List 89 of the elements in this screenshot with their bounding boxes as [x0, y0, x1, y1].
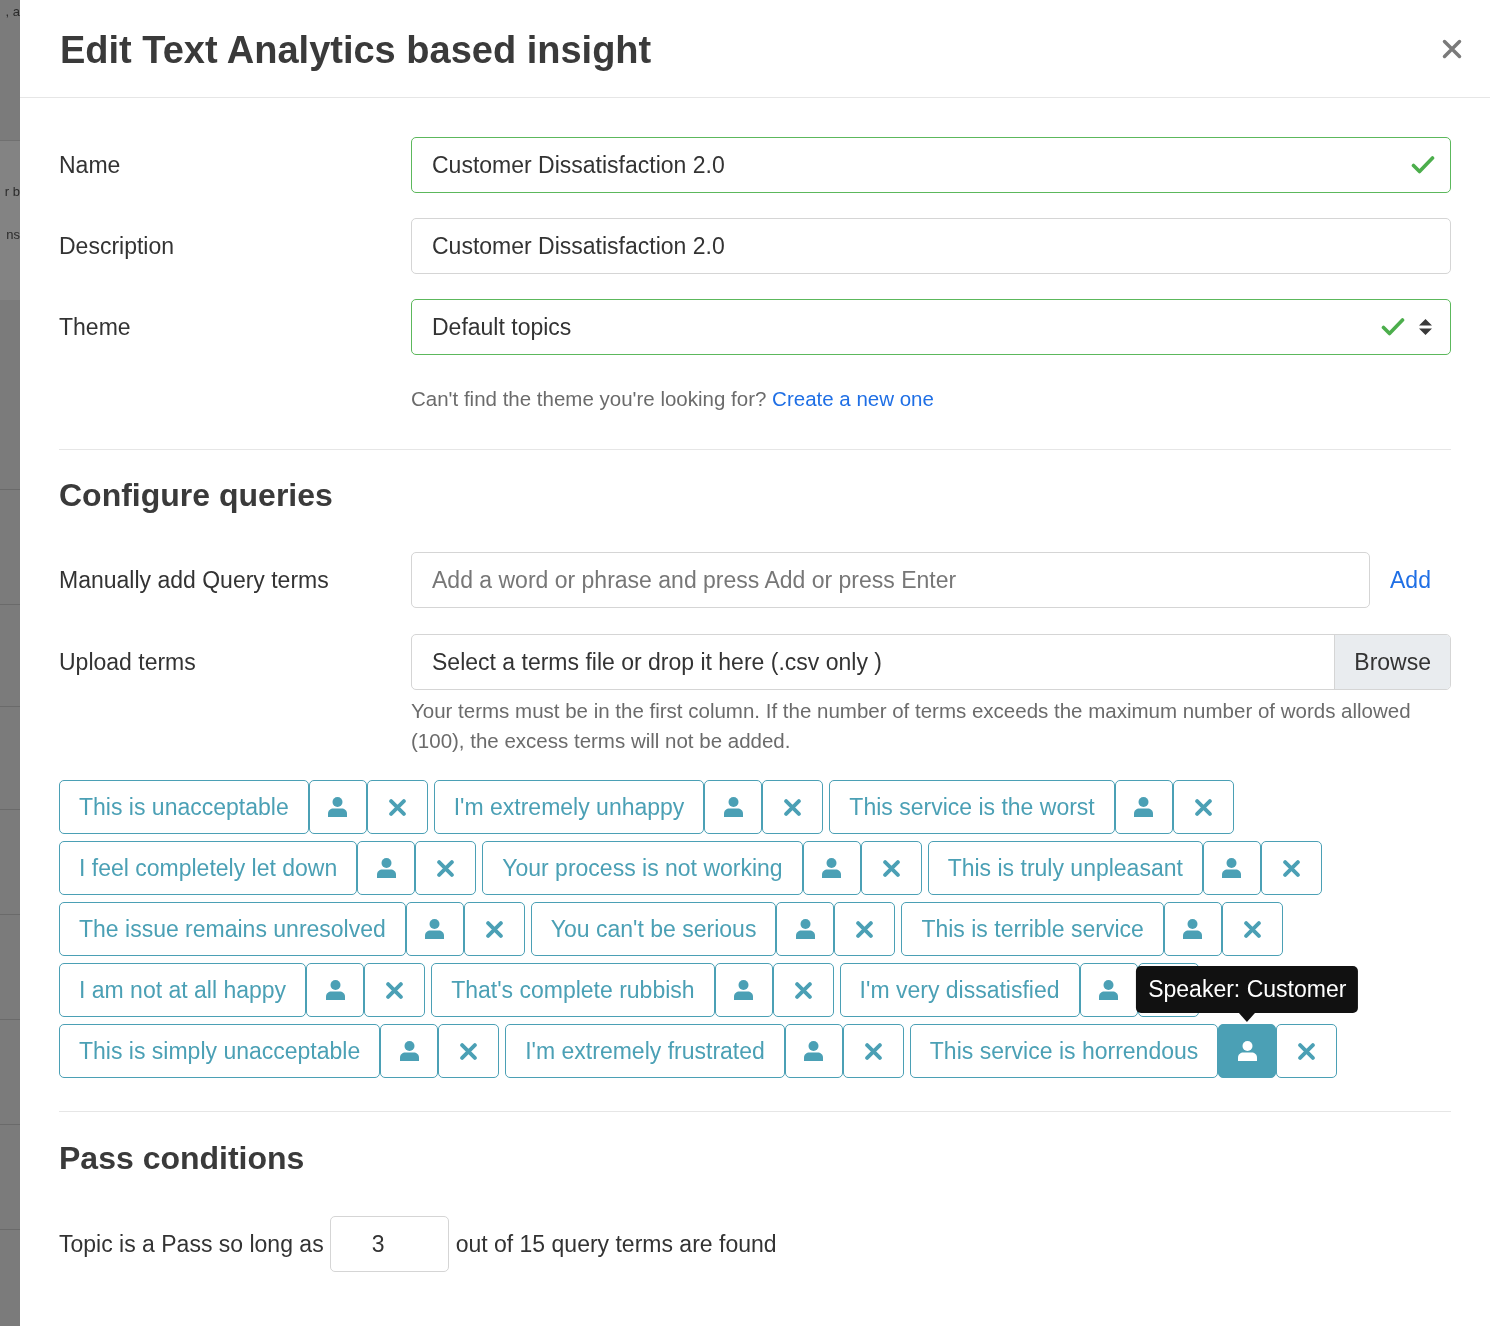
check-icon — [1381, 317, 1405, 337]
person-icon — [328, 797, 348, 817]
person-icon — [1099, 980, 1119, 1000]
remove-term-button[interactable] — [834, 902, 896, 956]
remove-term-button[interactable] — [1260, 841, 1322, 895]
speaker-tooltip: Speaker: Customer — [1136, 966, 1359, 1022]
field-label: Manually add Query terms — [59, 565, 329, 595]
remove-term-button[interactable] — [463, 902, 525, 956]
remove-icon — [856, 920, 874, 938]
remove-term-button[interactable] — [366, 780, 428, 834]
person-icon — [1134, 797, 1154, 817]
query-term-button[interactable]: I am not at all happy — [59, 963, 307, 1017]
remove-icon — [460, 1042, 478, 1060]
section-heading: Pass conditions — [59, 1139, 305, 1178]
remove-icon — [386, 981, 404, 999]
create-theme-link[interactable]: Create a new one — [772, 387, 934, 410]
remove-icon — [864, 1042, 882, 1060]
query-term-button[interactable]: I'm extremely frustrated — [505, 1024, 785, 1078]
remove-icon — [437, 859, 455, 877]
query-term-button[interactable]: This service is the worst — [829, 780, 1115, 834]
field-label: Name — [59, 150, 121, 180]
remove-term-button[interactable] — [1276, 1024, 1338, 1078]
help-text: Your terms must be in the first column. If the number of terms exceeds the maximum number of words allowed (100), the excess terms will not be added. — [411, 698, 1412, 754]
remove-term-button[interactable] — [842, 1024, 904, 1078]
text-field[interactable]: Customer Dissatisfaction 2.0 — [411, 137, 1451, 193]
person-icon — [399, 1041, 419, 1061]
field-label: Upload terms — [59, 647, 196, 677]
field-label: Theme — [59, 312, 131, 342]
remove-icon — [485, 920, 503, 938]
person-icon — [822, 858, 842, 878]
person-icon — [723, 797, 743, 817]
query-term-button[interactable]: This is unacceptable — [59, 780, 309, 834]
person-icon — [1222, 858, 1242, 878]
check-icon — [1411, 155, 1435, 175]
remove-term-button[interactable] — [860, 841, 922, 895]
query-term-button[interactable]: That's complete rubbish — [431, 963, 715, 1017]
background-text: r b — [4, 183, 20, 201]
section-heading: Configure queries — [59, 476, 333, 515]
query-term-button[interactable]: I feel completely let down — [59, 841, 358, 895]
person-icon — [795, 919, 815, 939]
condition-text: Topic is a Pass so long as — [59, 1229, 324, 1259]
remove-term-button[interactable] — [364, 963, 426, 1017]
person-icon — [734, 980, 754, 1000]
remove-term-button[interactable] — [772, 963, 834, 1017]
person-icon — [804, 1041, 824, 1061]
close-icon — [1442, 38, 1462, 59]
query-term-button[interactable]: I'm very dissatisfied — [839, 963, 1080, 1017]
text-field[interactable]: Customer Dissatisfaction 2.0 — [411, 218, 1451, 274]
remove-icon — [794, 981, 812, 999]
query-term-button[interactable]: You can't be serious — [530, 902, 777, 956]
speaker-button[interactable] — [1079, 963, 1138, 1017]
remove-icon — [882, 859, 900, 877]
remove-icon — [1298, 1042, 1316, 1060]
query-term-button[interactable]: This is terrible service — [901, 902, 1164, 956]
select-field[interactable]: Default topics — [411, 299, 1451, 355]
remove-icon — [784, 798, 802, 816]
query-term-button[interactable]: This is truly unpleasant — [927, 841, 1203, 895]
remove-icon — [1194, 798, 1212, 816]
person-icon — [1183, 919, 1203, 939]
remove-term-button[interactable] — [415, 841, 477, 895]
dialog-title: Edit Text Analytics based insight — [60, 27, 652, 73]
file-prompt: Select a terms file or drop it here (.csv only ) — [431, 647, 883, 677]
file-drop-field[interactable]: Select a terms file or drop it here (.csv only ) Browse — [411, 634, 1451, 690]
add-button[interactable]: Add — [1370, 552, 1451, 608]
person-icon — [376, 858, 396, 878]
count-input[interactable]: 3 — [329, 1216, 449, 1272]
query-term-button[interactable]: The issue remains unresolved — [59, 902, 406, 956]
query-term-button[interactable]: This is simply unacceptable — [59, 1024, 381, 1078]
remove-icon — [1243, 920, 1261, 938]
person-icon — [425, 919, 445, 939]
sort-caret-icon — [1419, 319, 1432, 335]
query-term-button[interactable]: I'm extremely unhappy — [433, 780, 705, 834]
person-icon — [1237, 1041, 1257, 1061]
query-term-button[interactable]: This service is horrendous — [909, 1024, 1219, 1078]
remove-term-button[interactable] — [1172, 780, 1234, 834]
condition-text: out of 15 query terms are found — [455, 1229, 777, 1259]
query-term-input[interactable]: Add a word or phrase and press Add or press Enter — [411, 552, 1370, 608]
field-label: Description — [59, 231, 175, 261]
person-icon — [325, 980, 345, 1000]
background-text: , a — [5, 3, 20, 21]
remove-term-button[interactable] — [762, 780, 824, 834]
background-text: ns — [6, 226, 20, 244]
query-term-button[interactable]: Your process is not working — [482, 841, 803, 895]
remove-icon — [1282, 859, 1300, 877]
browse-button[interactable]: Browse — [1334, 635, 1450, 689]
remove-term-button[interactable] — [438, 1024, 500, 1078]
remove-icon — [388, 798, 406, 816]
help-text: Can't find the theme you're looking for? Create a new one — [411, 386, 934, 412]
remove-term-button[interactable] — [1221, 902, 1283, 956]
